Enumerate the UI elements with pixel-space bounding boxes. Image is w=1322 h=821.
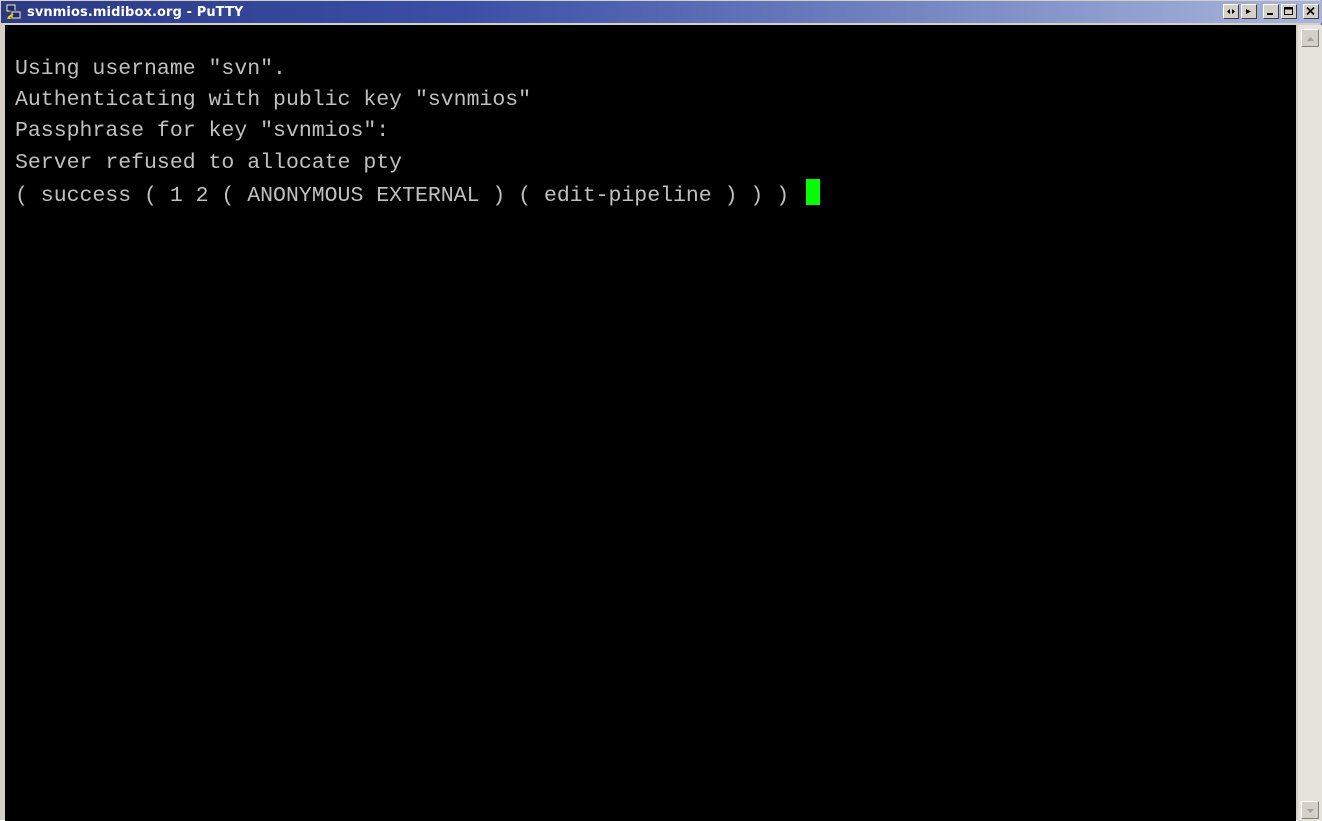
text-cursor: [806, 178, 821, 205]
terminal-line-last: ( success ( 1 2 ( ANONYMOUS EXTERNAL ) (…: [15, 178, 821, 210]
keep-on-top-icon: [1226, 7, 1236, 16]
terminal-line-text: ( success ( 1 2 ( ANONYMOUS EXTERNAL ) (…: [15, 183, 803, 208]
close-button[interactable]: [1303, 4, 1319, 19]
minimize-icon: [1266, 7, 1276, 16]
roll-up-icon: [1244, 7, 1254, 16]
close-icon: [1306, 7, 1316, 16]
putty-icon[interactable]: [5, 3, 23, 21]
terminal-output: Using username "svn". Authenticating wit…: [15, 54, 821, 210]
terminal-line: Using username "svn".: [15, 57, 286, 81]
scroll-down-arrow-icon: [1306, 801, 1315, 819]
terminal-line: Server refused to allocate pty: [15, 150, 403, 175]
scroll-down-button[interactable]: [1301, 801, 1319, 819]
maximize-button[interactable]: [1281, 4, 1297, 19]
putty-window: svnmios.midibox.org - PuTTY Using userna…: [0, 0, 1322, 821]
terminal-line: Authenticating with public key "svnmios": [15, 88, 532, 113]
terminal-line: Passphrase for key "svnmios":: [15, 119, 390, 144]
minimize-button[interactable]: [1263, 4, 1279, 19]
roll-up-button[interactable]: [1241, 4, 1257, 19]
scroll-up-button[interactable]: [1301, 29, 1319, 47]
scroll-up-arrow-icon: [1306, 29, 1315, 47]
terminal-screen[interactable]: Using username "svn". Authenticating wit…: [5, 25, 1296, 821]
vertical-scrollbar[interactable]: [1298, 25, 1322, 821]
title-buttons: [1223, 4, 1319, 19]
title-bar[interactable]: svnmios.midibox.org - PuTTY: [1, 1, 1322, 23]
maximize-icon: [1284, 7, 1294, 16]
keep-on-top-button[interactable]: [1223, 4, 1239, 19]
window-title: svnmios.midibox.org - PuTTY: [27, 4, 244, 20]
